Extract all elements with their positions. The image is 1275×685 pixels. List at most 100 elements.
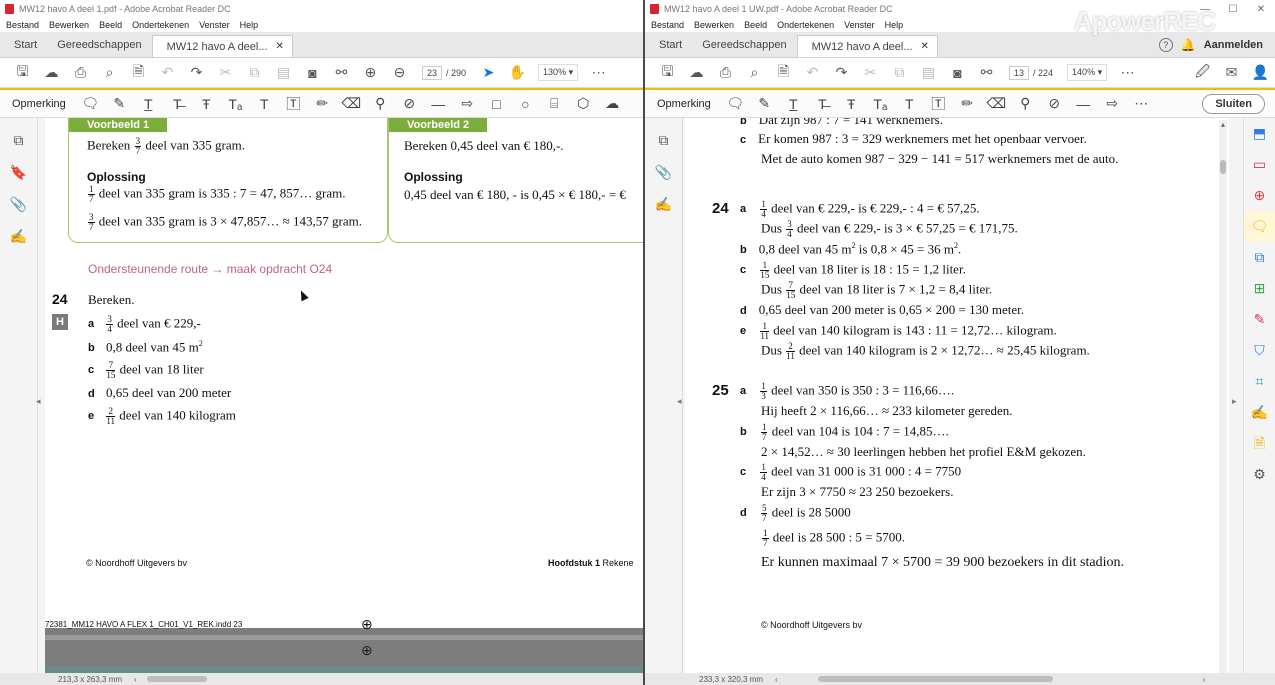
stamp-icon[interactable]: ⚲ [366, 95, 395, 112]
zoom-select[interactable]: 130% ▾ [538, 64, 579, 81]
page-number-input[interactable]: 23 [422, 65, 443, 80]
comment-tool-icon[interactable]: 🗨 [1244, 211, 1275, 242]
menu-help[interactable]: Help [885, 20, 904, 30]
tab-start[interactable]: Start [4, 32, 47, 57]
more-tools-icon[interactable]: ⋯ [584, 64, 613, 81]
page-thumbnails-icon[interactable]: ⧉ [0, 124, 37, 156]
save-icon[interactable]: 🖫 [8, 61, 37, 85]
request-signature-icon[interactable]: ✍ [1244, 397, 1275, 428]
redo-icon[interactable]: ↷ [827, 64, 856, 81]
sticky-note-icon[interactable]: 🗨 [76, 95, 105, 112]
snapshot-icon[interactable]: ◙ [943, 65, 972, 81]
paste-icon[interactable]: ▤ [269, 64, 298, 81]
edit-link-icon[interactable]: 🖉 [1188, 61, 1217, 85]
strikethrough-text-icon[interactable]: T̶ [163, 96, 192, 112]
insert-text-icon[interactable]: Tₐ [221, 96, 250, 112]
menu-ondertekenen[interactable]: Ondertekenen [132, 20, 189, 30]
menu-ondertekenen[interactable]: Ondertekenen [777, 20, 834, 30]
hand-tool-icon[interactable]: ✋ [503, 64, 532, 81]
add-user-icon[interactable]: 👤 [1246, 64, 1275, 81]
menu-beeld[interactable]: Beeld [744, 20, 767, 30]
highlight-pen-icon[interactable]: ✎ [750, 95, 779, 112]
cut-icon[interactable]: ✂ [856, 64, 885, 81]
protect-shield-icon[interactable]: ⛉ [1244, 335, 1275, 366]
binoculars-icon[interactable]: ⚯ [327, 64, 356, 81]
attach-icon[interactable]: ⊘ [395, 95, 424, 112]
scroll-right-icon[interactable]: › [1203, 675, 1206, 684]
close-tab-icon[interactable]: ✕ [921, 41, 929, 52]
redo-icon[interactable]: ↷ [182, 64, 211, 81]
select-cursor-icon[interactable]: ➤ [474, 64, 503, 81]
line-icon[interactable]: — [424, 96, 453, 112]
support-route-link[interactable]: Ondersteunende route → maak opdracht O24 [88, 262, 332, 276]
close-tab-icon[interactable]: ✕ [276, 41, 284, 52]
fill-sign-icon[interactable]: ✎ [1244, 304, 1275, 335]
strikethrough-text-icon[interactable]: T̶ [808, 96, 837, 112]
underline-text-icon[interactable]: T̲ [779, 96, 808, 112]
previous-page-icon[interactable]: ⊕ [356, 64, 385, 81]
undo-icon[interactable]: ↶ [798, 64, 827, 81]
tab-document[interactable]: MW12 havo A deel... ✕ [796, 35, 938, 57]
document-viewport[interactable]: Voorbeeld 1 Bereken 37 deel van 335 gram… [45, 118, 643, 673]
text-box-icon[interactable]: 🅃 [924, 94, 953, 114]
sign-in-button[interactable]: Aanmelden [1204, 39, 1263, 51]
tab-document[interactable]: MW12 havo A deel... ✕ [151, 35, 293, 57]
edit-pdf-icon[interactable]: ▭ [1244, 149, 1275, 180]
search-icon[interactable]: ⌕ [95, 64, 124, 81]
scroll-left-icon[interactable]: ‹ [134, 675, 137, 684]
export-pdf-icon[interactable]: ⬒ [1244, 118, 1275, 149]
replace-text-icon[interactable]: Ŧ [837, 96, 866, 112]
maximize-icon[interactable]: ☐ [1219, 4, 1247, 15]
pencil-icon[interactable]: ✏ [953, 95, 982, 112]
tab-start[interactable]: Start [649, 32, 692, 57]
share-file-icon[interactable]: 🗎 [769, 61, 798, 85]
save-icon[interactable]: 🖫 [653, 61, 682, 85]
insert-text-icon[interactable]: Tₐ [866, 96, 895, 112]
menu-bestand[interactable]: Bestand [651, 20, 684, 30]
scroll-up-icon[interactable]: ▴ [1219, 120, 1227, 129]
line-icon[interactable]: — [1069, 96, 1098, 112]
collapse-pane-icon[interactable]: ◂ [677, 396, 682, 407]
tab-tools[interactable]: Gereedschappen [47, 32, 151, 57]
more-tools-icon[interactable]: ⋯ [1113, 64, 1142, 81]
scrollbar-thumb[interactable] [1220, 160, 1226, 174]
send-for-review-icon[interactable]: 🗎 [1244, 428, 1275, 459]
email-icon[interactable]: ✉ [1217, 64, 1246, 81]
sticky-note-icon[interactable]: 🗨 [721, 95, 750, 112]
polygon-icon[interactable]: ⬡ [569, 95, 598, 112]
menu-beeld[interactable]: Beeld [99, 20, 122, 30]
document-viewport[interactable]: b Dat zijn 987 : 7 = 141 werknemers. c Er … [685, 118, 1229, 673]
attach-icon[interactable]: ⊘ [1040, 95, 1069, 112]
scan-ocr-icon[interactable]: ⌗ [1244, 366, 1275, 397]
snapshot-icon[interactable]: ◙ [298, 65, 327, 81]
organize-pages-icon[interactable]: ⊞ [1244, 273, 1275, 304]
more-comment-tools-icon[interactable]: ⋯ [1127, 95, 1156, 112]
copy-icon[interactable]: ⧉ [885, 64, 914, 81]
stamp-icon[interactable]: ⚲ [1011, 95, 1040, 112]
cut-icon[interactable]: ✂ [211, 64, 240, 81]
more-tools-wrench-icon[interactable]: ⚙ [1244, 459, 1275, 490]
connected-lines-icon[interactable]: ⌸ [540, 95, 569, 112]
expand-right-pane-icon[interactable]: ▸ [1232, 396, 1237, 407]
menu-bewerken[interactable]: Bewerken [49, 20, 89, 30]
add-text-icon[interactable]: T [895, 96, 924, 112]
notifications-bell-icon[interactable]: 🔔 [1181, 38, 1196, 52]
close-window-icon[interactable]: ✕ [1247, 4, 1275, 15]
create-pdf-icon[interactable]: ⊕ [1244, 180, 1275, 211]
page-thumbnails-icon[interactable]: ⧉ [645, 124, 682, 156]
help-icon[interactable]: ? [1158, 37, 1173, 52]
attachments-icon[interactable]: 📎 [0, 188, 37, 220]
close-comment-button[interactable]: Sluiten [1202, 93, 1265, 114]
undo-icon[interactable]: ↶ [153, 64, 182, 81]
upload-cloud-icon[interactable]: ☁ [37, 64, 66, 81]
eraser-icon[interactable]: ⌫ [337, 95, 366, 112]
print-icon[interactable]: ⎙ [711, 64, 740, 81]
next-page-icon[interactable]: ⊖ [385, 64, 414, 81]
menu-venster[interactable]: Venster [844, 20, 875, 30]
signatures-icon[interactable]: ✍ [645, 188, 682, 220]
add-text-icon[interactable]: T [250, 96, 279, 112]
signatures-icon[interactable]: ✍ [0, 220, 37, 252]
highlight-pen-icon[interactable]: ✎ [105, 95, 134, 112]
zoom-select[interactable]: 140% ▾ [1067, 64, 1108, 81]
horizontal-scrollbar[interactable] [146, 676, 207, 682]
